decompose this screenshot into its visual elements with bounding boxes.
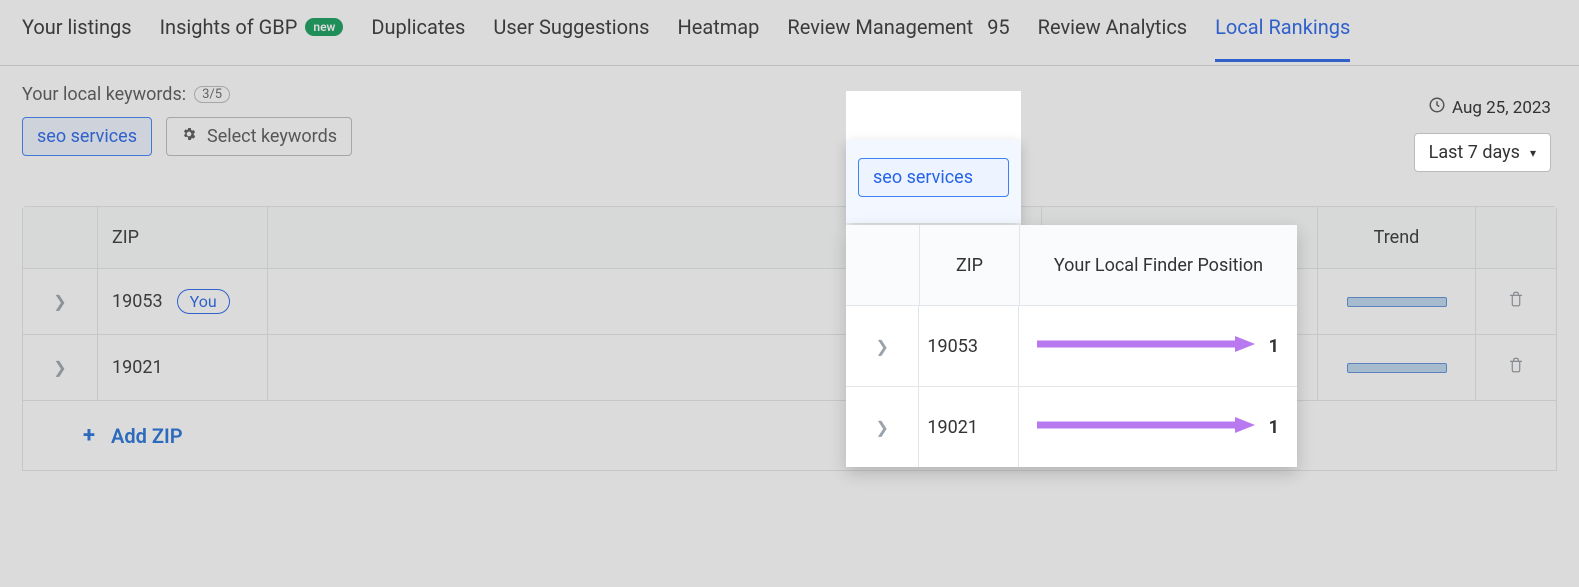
tab-label: User Suggestions [493,15,649,39]
hl-position-header: Your Local Finder Position [1054,255,1263,276]
tab-label: Insights of GBP [160,15,298,39]
add-zip-button[interactable]: + Add ZIP [23,401,1556,470]
add-zip-label: Add ZIP [111,424,183,448]
expand-row-button[interactable]: ❯ [23,335,98,400]
table-row: ❯ 19021 1 [23,335,1556,401]
highlight-table-row: ❯ 19053 1 [846,306,1297,387]
hl-position-value: 1 [1269,336,1279,357]
date-range-label: Last 7 days [1429,142,1520,163]
keywords-label-row: Your local keywords: 3/5 [22,84,1557,105]
trash-icon [1507,355,1525,380]
chevron-down-icon: ▾ [1530,146,1536,160]
you-badge: You [177,289,230,314]
tab-heatmap[interactable]: Heatmap [677,15,759,61]
snapshot-date: Aug 25, 2023 [1428,96,1551,119]
tab-local-rankings[interactable]: Local Rankings [1215,15,1350,61]
delete-row-button[interactable] [1476,269,1556,334]
keywords-label: Your local keywords: [22,84,186,105]
keyword-chip-highlight[interactable]: seo services [858,158,1009,197]
highlight-table-header: ZIP Your Local Finder Position [846,225,1297,306]
plus-icon: + [83,423,95,448]
highlighted-zip-table: ZIP Your Local Finder Position ❯ 19053 1… [846,225,1297,467]
tab-label: Your listings [22,15,132,39]
highlighted-keyword-card: seo services [846,140,1021,223]
expand-row-button[interactable]: ❯ [23,269,98,334]
date-range-dropdown[interactable]: Last 7 days ▾ [1414,133,1551,172]
trend-sparkline [1347,363,1447,373]
zip-value: 19021 [112,357,163,378]
tab-label: Local Rankings [1215,15,1350,39]
table-header: ZIP Your Local Finder Position Trend [23,207,1556,269]
tab-your-listings[interactable]: Your listings [22,15,132,61]
chevron-right-icon: ❯ [876,418,889,437]
col-trend-header: Trend [1374,227,1420,248]
trend-sparkline [1347,297,1447,307]
tab-review-analytics[interactable]: Review Analytics [1038,15,1187,61]
clock-icon [1428,96,1446,119]
highlight-table-row: ❯ 19021 1 [846,387,1297,467]
table-row: ❯ 19053 You 1 [23,269,1556,335]
tab-duplicates[interactable]: Duplicates [371,15,465,61]
chevron-right-icon: ❯ [53,292,66,311]
hl-position-value: 1 [1269,417,1279,438]
tab-label: Duplicates [371,15,465,39]
chevron-right-icon: ❯ [53,358,66,377]
tab-bar: Your listings Insights of GBP new Duplic… [0,0,1579,66]
hl-zip-value: 19053 [927,336,978,357]
chip-label: seo services [873,167,973,188]
select-keywords-label: Select keywords [207,126,337,147]
tab-label: Review Management [787,15,973,39]
tab-label: Heatmap [677,15,759,39]
keywords-counter: 3/5 [194,86,230,103]
tab-user-suggestions[interactable]: User Suggestions [493,15,649,61]
annotation-arrow-icon [1037,415,1257,440]
col-zip-header: ZIP [112,227,139,248]
delete-row-button[interactable] [1476,335,1556,400]
tab-review-management[interactable]: Review Management 95 [787,15,1009,61]
tab-label: Review Analytics [1038,15,1187,39]
annotation-arrow-icon [1037,334,1257,359]
zip-value: 19053 [112,291,163,312]
trash-icon [1507,289,1525,314]
gear-icon [181,126,197,147]
date-text: Aug 25, 2023 [1452,98,1551,118]
chevron-right-icon: ❯ [876,337,889,356]
new-badge: new [305,18,343,36]
keyword-chip-seo-services[interactable]: seo services [22,117,152,156]
zip-table: ZIP Your Local Finder Position Trend ❯ 1… [22,206,1557,471]
keywords-section: Your local keywords: 3/5 seo services Se… [0,66,1579,166]
hl-zip-value: 19021 [927,417,978,438]
select-keywords-button[interactable]: Select keywords [166,117,352,156]
chip-label: seo services [37,126,137,147]
tab-count: 95 [987,15,1009,39]
expand-row-button[interactable]: ❯ [846,387,919,467]
expand-row-button[interactable]: ❯ [846,306,919,386]
tab-insights-gbp[interactable]: Insights of GBP new [160,15,344,61]
hl-zip-header: ZIP [956,255,983,276]
